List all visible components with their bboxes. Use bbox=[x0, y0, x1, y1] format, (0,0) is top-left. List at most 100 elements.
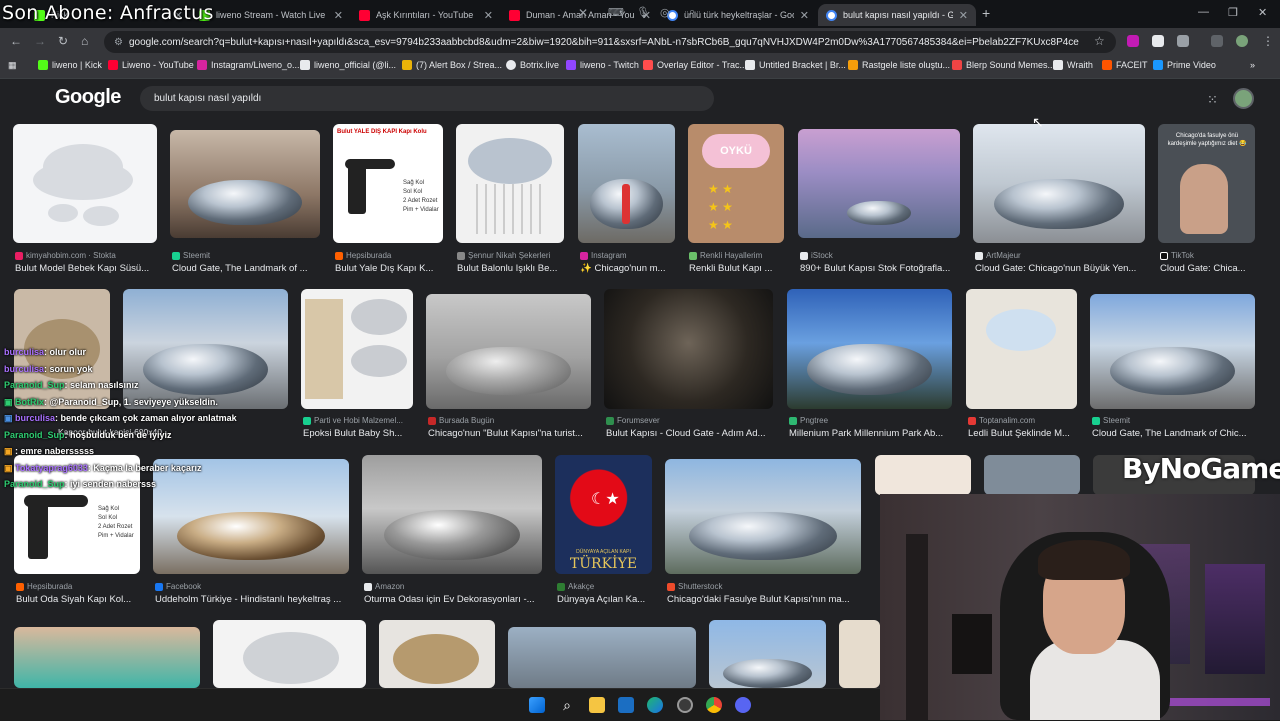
result-caption[interactable]: Pngtree Millenium Park Millennium Park Ab… bbox=[789, 414, 954, 440]
clear-search-icon[interactable]: ✕ bbox=[578, 6, 588, 20]
chrome-icon[interactable] bbox=[706, 697, 722, 713]
bookmark-item[interactable]: Wraith bbox=[1053, 60, 1093, 70]
bookmark-item[interactable]: Untitled Bracket | Br... bbox=[745, 60, 846, 70]
browser-tab-active[interactable]: bulut kapısı nasıl yapıldı - Goog ✕ bbox=[818, 4, 976, 26]
result-image[interactable] bbox=[578, 124, 675, 243]
lens-icon[interactable]: ◎ bbox=[660, 6, 670, 19]
media-controls-icon[interactable] bbox=[1211, 35, 1223, 47]
close-icon[interactable]: ✕ bbox=[959, 9, 968, 22]
result-image[interactable] bbox=[604, 289, 773, 409]
result-image[interactable]: ☾★ DÜNYAYA AÇILAN KAPI TÜRKİYE bbox=[555, 455, 652, 574]
result-caption[interactable]: Bursada Bugün Chicago'nun "Bulut Kapısı"n… bbox=[428, 414, 593, 440]
search-icon[interactable]: ⌕ bbox=[559, 697, 575, 713]
bookmark-item[interactable]: Overlay Editor - Trac... bbox=[643, 60, 747, 70]
result-caption[interactable]: Renkli Hayallerim Renkli Bulut Kapı ... bbox=[689, 249, 787, 275]
result-caption[interactable]: Toptanalim.com Ledli Bulut Şeklinde M... bbox=[968, 414, 1080, 440]
result-image[interactable] bbox=[153, 459, 349, 574]
result-image[interactable] bbox=[379, 620, 495, 688]
account-avatar[interactable] bbox=[1233, 88, 1254, 109]
result-image[interactable] bbox=[984, 455, 1080, 495]
steam-icon[interactable] bbox=[618, 697, 634, 713]
result-caption[interactable]: Shutterstock Chicago'daki Fasulye Bulut K… bbox=[667, 580, 872, 606]
close-icon[interactable]: ✕ bbox=[800, 9, 809, 22]
bookmark-item[interactable]: (7) Alert Box / Strea... bbox=[402, 60, 502, 70]
result-image[interactable] bbox=[1090, 294, 1255, 409]
result-image[interactable] bbox=[973, 124, 1145, 243]
result-image[interactable] bbox=[13, 124, 157, 243]
result-image[interactable] bbox=[123, 289, 288, 409]
result-caption[interactable]: Steemit Cloud Gate, The Landmark of ... bbox=[172, 249, 322, 275]
result-image[interactable] bbox=[456, 124, 564, 243]
back-arrow-icon[interactable]: ← bbox=[10, 34, 22, 48]
profile-avatar[interactable] bbox=[1236, 35, 1248, 47]
bookmark-item[interactable]: Botrix.live bbox=[506, 60, 559, 70]
result-caption[interactable]: TikTok Cloud Gate: Chica... bbox=[1160, 249, 1257, 275]
result-image[interactable] bbox=[839, 620, 880, 688]
result-caption[interactable]: Hepsiburada Bulut Yale Dış Kapı K... bbox=[335, 249, 445, 275]
result-image[interactable] bbox=[709, 620, 826, 688]
result-image[interactable] bbox=[798, 129, 960, 238]
new-tab-plus-icon[interactable]: + bbox=[982, 5, 990, 21]
microphone-icon[interactable]: 🎙 bbox=[636, 6, 650, 19]
address-bar[interactable]: ⚙ google.com/search?q=bulut+kapısı+nasıl… bbox=[104, 31, 1116, 53]
bookmark-item[interactable]: Rastgele liste oluştu... bbox=[848, 60, 950, 70]
site-info-icon[interactable]: ⚙ bbox=[114, 37, 123, 48]
bookmark-item[interactable]: liweno - Twitch bbox=[566, 60, 639, 70]
discord-icon[interactable] bbox=[735, 697, 751, 713]
bookmark-item[interactable]: liweno_official (@li... bbox=[300, 60, 396, 70]
minimize-icon[interactable]: — bbox=[1198, 6, 1209, 18]
result-caption[interactable]: Hepsiburada Bulut Oda Siyah Kapı Kol... bbox=[16, 580, 146, 606]
result-caption[interactable]: Amazon Oturma Odası için Ev Dekorasyonlar… bbox=[364, 580, 544, 606]
bookmark-item[interactable]: Instagram/Liweno_o... bbox=[197, 60, 300, 70]
bookmark-star-icon[interactable]: ☆ bbox=[1094, 34, 1105, 48]
chevron-right-icon[interactable]: » bbox=[1250, 60, 1255, 70]
result-caption[interactable]: Şennur Nikah Şekerleri Bulut Balonlu Işık… bbox=[457, 249, 567, 275]
result-caption[interactable]: iStock 890+ Bulut Kapısı Stok Fotoğrafla.… bbox=[800, 249, 962, 275]
result-image[interactable] bbox=[426, 294, 591, 409]
result-image[interactable] bbox=[665, 459, 861, 574]
browser-tab[interactable]: Aşk Kırıntıları - YouTube ✕ bbox=[351, 4, 501, 26]
browser-tab[interactable]: liweno Stream - Watch Live on ✕ bbox=[191, 4, 351, 26]
result-caption[interactable]: Instagram ✨ Chicago'nun m... bbox=[580, 249, 680, 275]
result-caption[interactable]: Forumsever Bulut Kapısı - Cloud Gate - Ad… bbox=[606, 414, 776, 440]
extension-icon[interactable] bbox=[1152, 35, 1164, 47]
menu-kebab-icon[interactable]: ⋮ bbox=[1262, 34, 1274, 48]
result-caption[interactable]: Akakçe Dünyaya Açılan Ka... bbox=[557, 580, 657, 606]
result-image[interactable] bbox=[170, 130, 320, 238]
search-input[interactable]: bulut kapısı nasıl yapıldı bbox=[140, 86, 714, 111]
maximize-icon[interactable]: ❐ bbox=[1228, 6, 1238, 19]
result-image[interactable] bbox=[875, 455, 971, 495]
bookmark-item[interactable]: Blerp Sound Memes... bbox=[952, 60, 1055, 70]
result-image[interactable] bbox=[301, 289, 413, 409]
result-image[interactable] bbox=[966, 289, 1077, 409]
result-image[interactable]: Chicago'da fasulye önü kardeşimle yaptığ… bbox=[1158, 124, 1255, 243]
result-image[interactable] bbox=[508, 627, 696, 688]
edge-icon[interactable] bbox=[647, 697, 663, 713]
result-image[interactable] bbox=[213, 620, 366, 688]
result-image[interactable] bbox=[14, 627, 200, 688]
result-image[interactable] bbox=[362, 455, 542, 574]
result-caption[interactable]: Parti ve Hobi Malzemel... Epoksi Bulut Ba… bbox=[303, 414, 415, 440]
result-caption[interactable]: Steemit Cloud Gate, The Landmark of Chic.… bbox=[1092, 414, 1257, 440]
bookmark-item[interactable]: Prime Video bbox=[1153, 60, 1216, 70]
browser-tab[interactable]: ünlü türk heykeltraşlar - Googl ✕ bbox=[659, 4, 817, 26]
extensions-puzzle-icon[interactable] bbox=[1177, 35, 1189, 47]
windows-start-icon[interactable] bbox=[529, 697, 545, 713]
bookmark-item[interactable]: FACEIT bbox=[1102, 60, 1148, 70]
keyboard-icon[interactable]: ⌨ bbox=[608, 6, 624, 19]
home-icon[interactable]: ⌂ bbox=[81, 34, 88, 48]
close-icon[interactable]: ✕ bbox=[484, 9, 493, 22]
bookmark-item[interactable]: liweno | Kick bbox=[38, 60, 102, 70]
result-image[interactable]: Bulut YALE DIŞ KAPI Kapı Kolu Sağ Kol Sol… bbox=[333, 124, 443, 243]
file-explorer-icon[interactable] bbox=[589, 697, 605, 713]
result-image[interactable] bbox=[787, 289, 952, 409]
result-image[interactable]: OYKÜ ★ ★ ★ ★ ★ ★ bbox=[688, 124, 784, 243]
bookmark-item[interactable]: Liweno - YouTube bbox=[108, 60, 194, 70]
google-apps-icon[interactable]: ⁙ bbox=[1207, 92, 1218, 108]
obs-icon[interactable] bbox=[677, 697, 693, 713]
close-window-icon[interactable]: ✕ bbox=[1258, 6, 1267, 19]
extension-icon[interactable] bbox=[1127, 35, 1139, 47]
google-logo[interactable]: Google bbox=[55, 86, 121, 109]
apps-grid-icon[interactable]: ▦ bbox=[8, 60, 17, 71]
search-icon[interactable]: ⌕ bbox=[689, 6, 695, 19]
